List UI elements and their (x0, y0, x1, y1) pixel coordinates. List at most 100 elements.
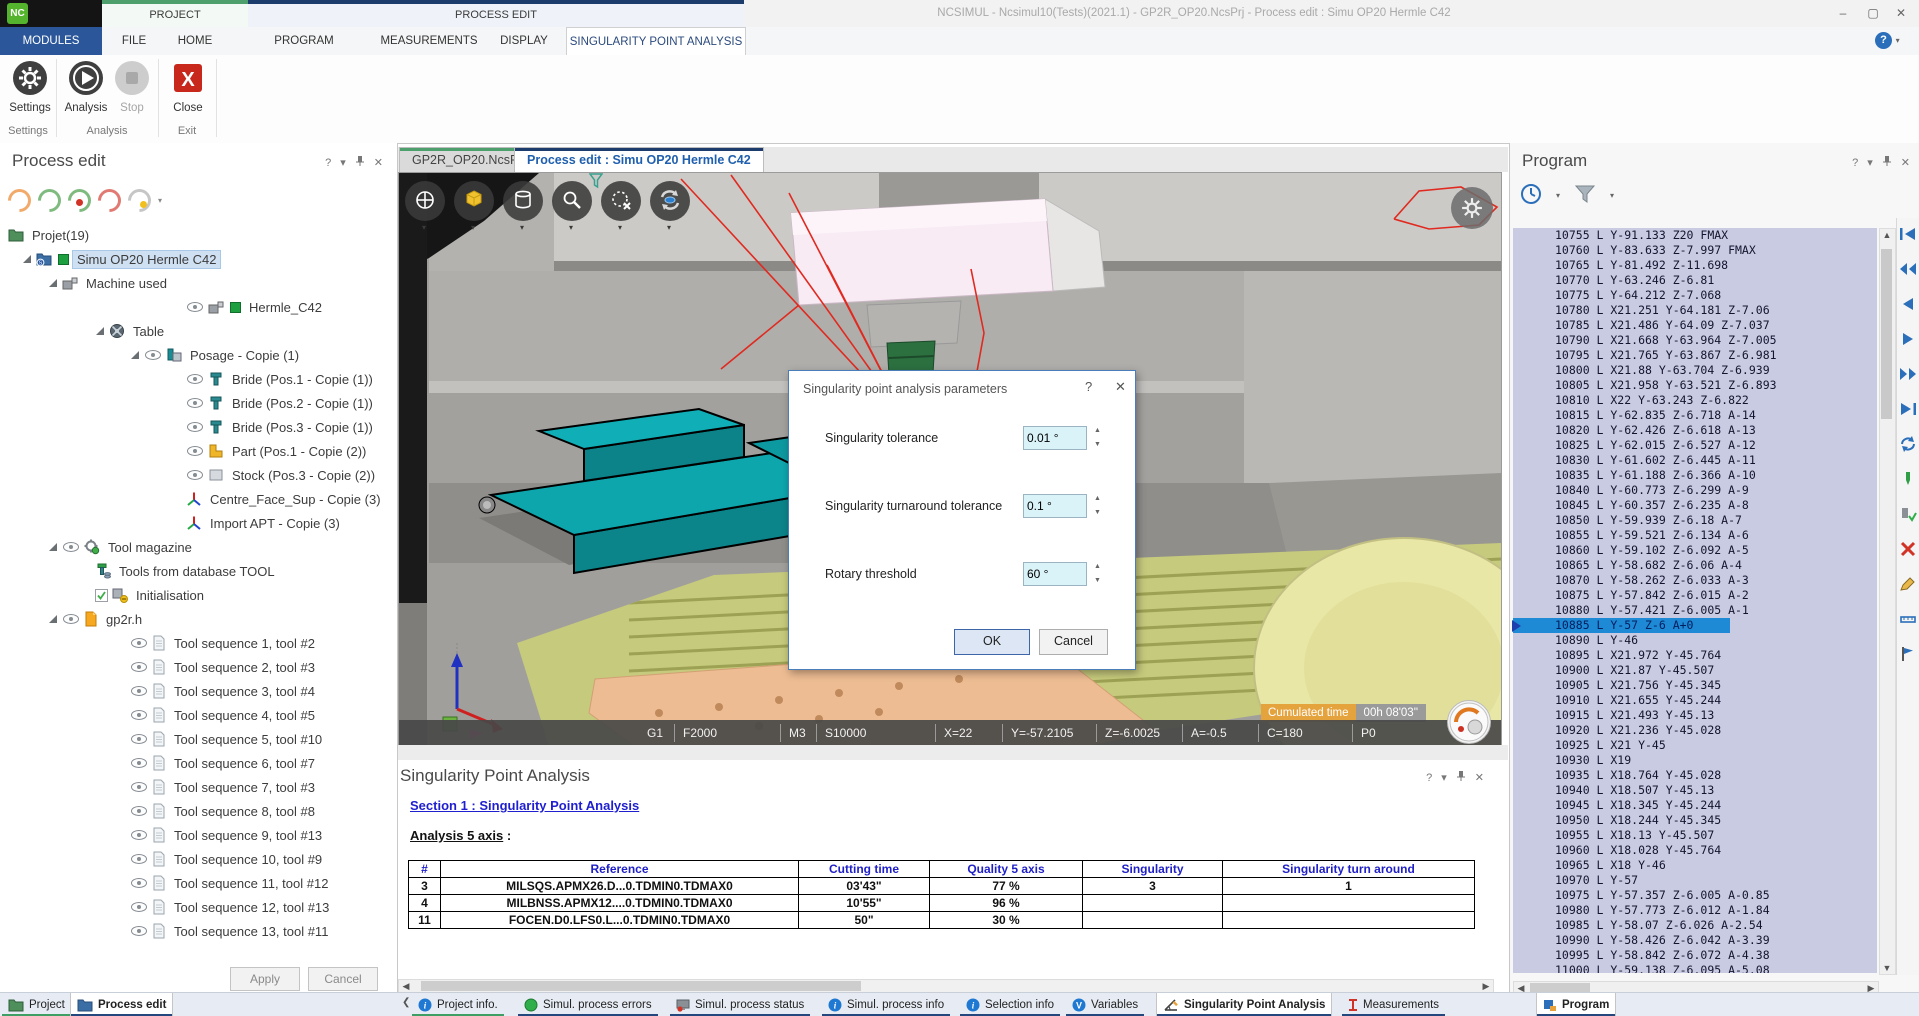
eye-icon[interactable] (186, 421, 204, 433)
selection-filter-button[interactable] (601, 181, 641, 221)
machine-view-button[interactable] (405, 181, 445, 221)
gcode-line[interactable]: 10905 L X21.756 Y-45.345 (1513, 678, 1877, 693)
bottom-tab-simul-process-status[interactable]: Simul. process status (670, 993, 810, 1016)
panel-help-icon[interactable]: ? (1852, 157, 1858, 169)
zoom-button[interactable] (552, 181, 592, 221)
close-button[interactable]: XClose (162, 59, 214, 123)
tree-item[interactable]: Part (Pos.1 - Copie (2)) (186, 439, 370, 463)
close-window-icon[interactable]: ✕ (1887, 0, 1915, 26)
tree-item[interactable]: Tool sequence 1, tool #2 (130, 631, 319, 655)
gcode-line[interactable]: 10945 L X18.345 Y-45.244 (1513, 798, 1877, 813)
eye-icon[interactable] (130, 805, 148, 817)
tree-item[interactable]: Stock (Pos.3 - Copie (2)) (186, 463, 379, 487)
gcode-line[interactable]: 10760 L Y-83.633 Z-7.997 FMAX (1513, 243, 1877, 258)
gcode-line[interactable]: 10930 L X19 (1513, 753, 1877, 768)
bottom-tab-simul-process-info[interactable]: iSimul. process info (822, 993, 950, 1016)
ok-button[interactable]: OK (954, 629, 1030, 655)
restore-icon[interactable]: ▢ (1859, 0, 1887, 26)
bottom-tab-simul-process-errors[interactable]: Simul. process errors (518, 993, 658, 1016)
tree-item[interactable]: Tool sequence 12, tool #13 (130, 895, 333, 919)
eye-icon[interactable] (186, 373, 204, 385)
table-row[interactable]: 11FOCEN.D0.LFS0.L...0.TDMIN0.TDMAX050"30… (409, 912, 1475, 929)
gcode-line[interactable]: 10865 L Y-58.682 Z-6.06 A-4 (1513, 558, 1877, 573)
scroll-right-icon[interactable]: ▶ (1479, 980, 1493, 992)
eye-icon[interactable] (62, 613, 80, 625)
delete-icon[interactable] (1898, 539, 1918, 559)
dialog-help-icon[interactable]: ? (1085, 379, 1092, 394)
tri-icon[interactable] (48, 614, 58, 624)
ribbon-tab-singularity-point-analysis[interactable]: SINGULARITY POINT ANALYSIS (566, 27, 746, 56)
sync-gray-icon[interactable] (128, 189, 151, 212)
panel-menu-icon[interactable]: ▾ (340, 156, 346, 169)
help-button[interactable]: ? ▾ (1875, 31, 1905, 50)
panel-close-icon[interactable]: ✕ (374, 156, 383, 169)
eye-icon[interactable] (130, 781, 148, 793)
gcode-line[interactable]: 10920 L X21.236 Y-45.028 (1513, 723, 1877, 738)
eye-icon[interactable] (130, 853, 148, 865)
tree-item[interactable]: Tool sequence 11, tool #12 (130, 871, 332, 895)
checkbox-icon[interactable] (95, 589, 108, 602)
caret-icon[interactable]: ▾ (618, 223, 622, 232)
go-last-icon[interactable] (1898, 399, 1918, 419)
bottom-tab-project-info-[interactable]: iProject info. (412, 993, 504, 1016)
gcode-line[interactable]: 10940 L X18.507 Y-45.13 (1513, 783, 1877, 798)
tree-item[interactable]: Centre_Face_Sup - Copie (3) (186, 487, 385, 511)
eye-icon[interactable] (130, 901, 148, 913)
gcode-line[interactable]: 10825 L Y-62.015 Z-6.527 A-12 (1513, 438, 1877, 453)
spin-down-icon[interactable]: ▼ (1091, 440, 1104, 450)
tree-item[interactable]: Tool sequence 7, tool #3 (130, 775, 319, 799)
tree-item[interactable]: Tool sequence 13, tool #11 (130, 919, 332, 943)
sync-pin-green-icon[interactable] (68, 189, 91, 212)
gcode-line[interactable]: 10975 L Y-57.357 Z-6.005 A-0.85 (1513, 888, 1877, 903)
gcode-line[interactable]: 11000 L Y-59.138 Z-6.095 A-5.08 (1513, 963, 1877, 973)
eye-icon[interactable] (130, 877, 148, 889)
rotary-threshold-input[interactable] (1023, 562, 1087, 586)
loop-icon[interactable] (1898, 434, 1918, 454)
scroll-thumb[interactable] (1881, 249, 1892, 419)
gcode-line[interactable]: 10800 L X21.88 Y-63.704 Z-6.939 (1513, 363, 1877, 378)
sync-orange-icon[interactable] (8, 189, 31, 212)
bottom-tab-selection-info[interactable]: iSelection info (960, 993, 1060, 1016)
tree-item[interactable]: Tool sequence 5, tool #10 (130, 727, 326, 751)
tri-icon[interactable] (95, 326, 105, 336)
tree-item[interactable]: Machine used (48, 271, 171, 295)
ribbon-tab-modules[interactable]: MODULES (0, 27, 102, 55)
sync-green-icon[interactable] (38, 189, 61, 212)
ribbon-tab-measurements[interactable]: MEASUREMENTS (376, 27, 482, 55)
gcode-line[interactable]: 10795 L X21.765 Y-63.867 Z-6.981 (1513, 348, 1877, 363)
spinner-control[interactable]: ▲▼ (1091, 562, 1104, 586)
toolbar-caret-icon[interactable]: ▾ (158, 196, 162, 205)
spin-down-icon[interactable]: ▼ (1091, 576, 1104, 586)
spin-up-icon[interactable]: ▲ (1091, 426, 1104, 436)
tree-item[interactable]: Tools from database TOOL (95, 559, 279, 583)
gcode-line[interactable]: 10855 L Y-59.521 Z-6.134 A-6 (1513, 528, 1877, 543)
gcode-line[interactable]: 10950 L X18.244 Y-45.345 (1513, 813, 1877, 828)
analysis-button[interactable]: Analysis (60, 59, 112, 123)
panel-menu-icon[interactable]: ▾ (1441, 771, 1447, 784)
panel-close-icon[interactable]: ✕ (1475, 771, 1484, 784)
spinner-control[interactable]: ▲▼ (1091, 426, 1104, 450)
measure-icon[interactable] (1898, 609, 1918, 629)
cancel-button[interactable]: Cancel (1039, 629, 1108, 655)
bottom-tab-variables[interactable]: VVariables (1066, 993, 1144, 1016)
gcode-line[interactable]: 10900 L X21.87 Y-45.507 (1513, 663, 1877, 678)
play-icon[interactable] (1898, 329, 1918, 349)
gcode-line[interactable]: 10895 L X21.972 Y-45.764 (1513, 648, 1877, 663)
gcode-line[interactable]: 10890 L Y-46 (1513, 633, 1877, 648)
tree-item[interactable]: Table (95, 319, 168, 343)
line-filter-icon[interactable] (1574, 184, 1596, 207)
bottom-tab-process-edit[interactable]: Process edit (70, 993, 173, 1016)
gcode-line[interactable]: 10805 L X21.958 Y-63.521 Z-6.893 (1513, 378, 1877, 393)
tri-icon[interactable] (48, 278, 58, 288)
ribbon-tab-program[interactable]: PROGRAM (272, 27, 336, 55)
gcode-line[interactable]: 10980 L Y-57.773 Z-6.012 A-1.84 (1513, 903, 1877, 918)
edit-icon[interactable] (1898, 574, 1918, 594)
gcode-line[interactable]: 10815 L Y-62.835 Z-6.718 A-14 (1513, 408, 1877, 423)
gcode-line[interactable]: 10790 L X21.668 Y-63.964 Z-7.005 (1513, 333, 1877, 348)
gcode-line[interactable]: 10860 L Y-59.102 Z-6.092 A-5 (1513, 543, 1877, 558)
tree-item[interactable]: Hermle_C42 (186, 295, 326, 319)
tree-item[interactable]: Tool sequence 10, tool #9 (130, 847, 326, 871)
gcode-line[interactable]: 10965 L X18 Y-46 (1513, 858, 1877, 873)
tool-check-icon[interactable] (1898, 504, 1918, 524)
caret-icon[interactable]: ▾ (520, 223, 524, 232)
